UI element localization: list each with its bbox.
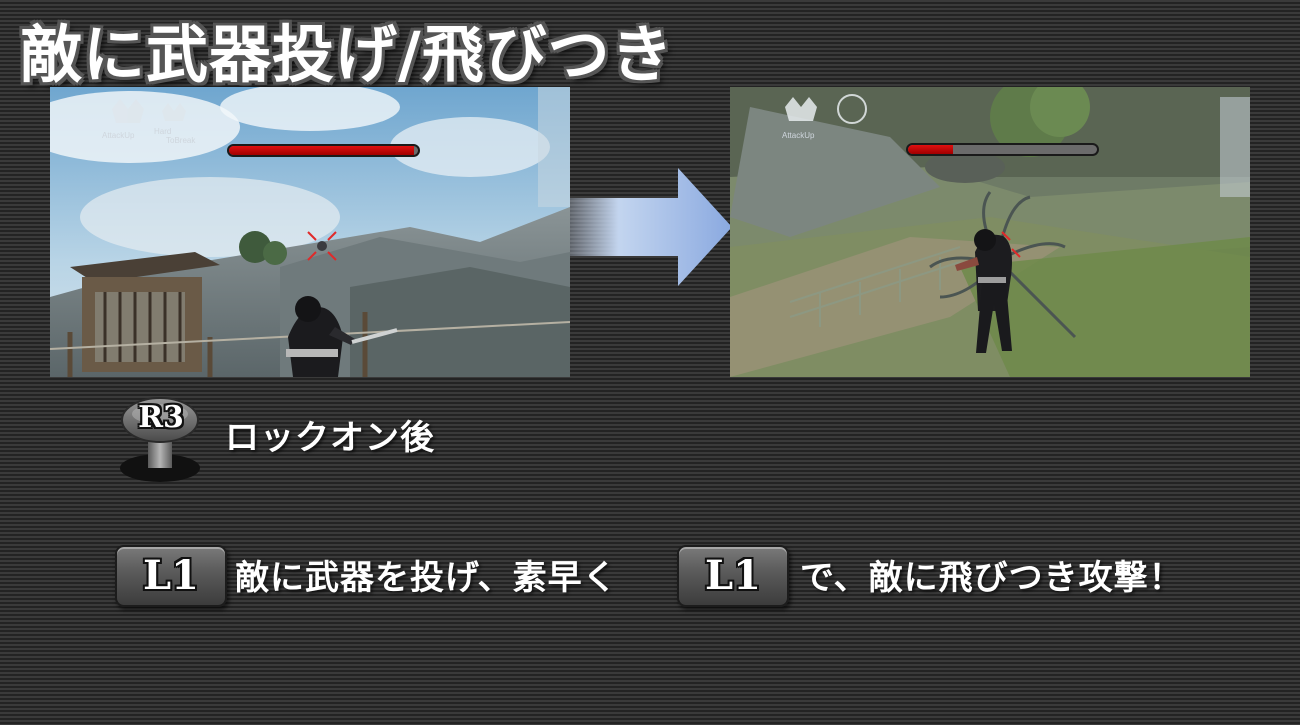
r3-stick-icon: R3 [116, 390, 208, 486]
enemy-hp-fill-after [908, 145, 954, 154]
screenshot-leap-attack: AttackUp [730, 87, 1250, 377]
page-title: 敵に武器投げ/飛びつき [20, 18, 674, 91]
buff-label-attackup: AttackUp [102, 131, 135, 140]
l1-button-icon: L1 [677, 545, 789, 607]
throw-instruction: 敵に武器を投げ、素早く [235, 558, 618, 598]
l1-button-icon: L1 [115, 545, 227, 607]
enemy-hp-bar-before [227, 144, 420, 157]
l1-label: L1 [143, 552, 199, 599]
leap-attack-instruction: で、敵に飛びつき攻撃！ [800, 558, 1184, 598]
buff-label-hard: Hard [154, 127, 172, 136]
buff-label-attackup: AttackUp [782, 131, 815, 140]
arrow-right-icon [570, 168, 732, 286]
enemy-hp-fill-before [229, 146, 415, 155]
r3-label: R3 [138, 400, 184, 435]
screenshot-throw: AttackUp Hard ToBreak [50, 87, 570, 377]
enemy-hp-bar-after [906, 143, 1099, 156]
buff-label-tobreak: ToBreak [166, 136, 196, 145]
lockon-instruction: ロックオン後 [225, 418, 435, 458]
l1-label: L1 [705, 552, 761, 599]
